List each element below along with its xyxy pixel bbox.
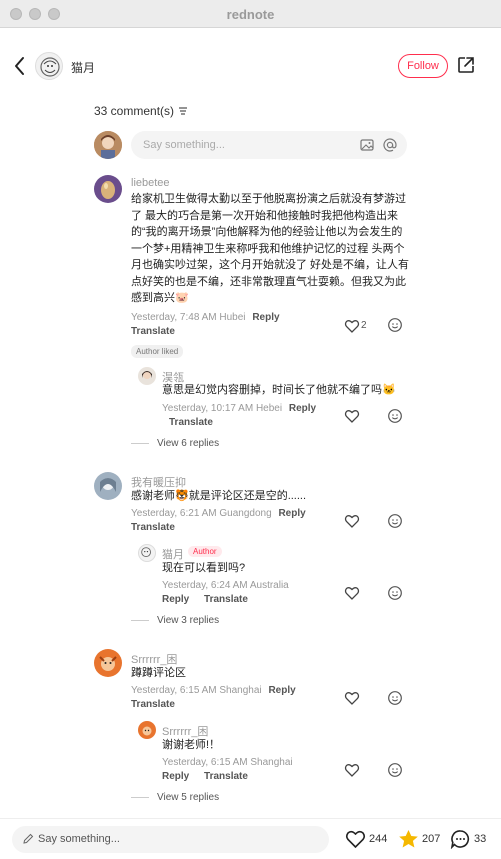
post-like-count: 244	[369, 833, 388, 845]
post-header: 猫月 Follow	[0, 28, 501, 104]
reply-timestamp: Yesterday, 6:24 AM Australia	[162, 580, 289, 591]
comment-timestamp: Yesterday, 6:15 AM Shanghai	[131, 685, 262, 696]
reply-button[interactable]: Reply	[162, 594, 189, 605]
translate-button[interactable]: Translate	[131, 699, 175, 710]
view-replies-label: View 6 replies	[157, 438, 220, 449]
view-replies-link[interactable]: View 6 replies	[131, 438, 219, 449]
reply-avatar[interactable]	[138, 544, 156, 562]
reply-button[interactable]: Reply	[252, 312, 279, 323]
heart-icon[interactable]	[344, 690, 360, 706]
heart-icon	[345, 830, 366, 849]
comment-timestamp: Yesterday, 7:48 AM Hubei	[131, 312, 246, 323]
reply-button[interactable]: Reply	[268, 685, 295, 696]
comment-text: 蹲蹲评论区	[131, 667, 186, 679]
comment-count: 33 comment(s)	[94, 104, 175, 118]
comment-meta: Yesterday, 7:48 AM Hubei Reply	[131, 312, 280, 323]
heart-icon[interactable]	[344, 408, 360, 424]
view-replies-link[interactable]: View 3 replies	[131, 615, 219, 626]
heart-icon[interactable]	[344, 513, 360, 529]
reply-timestamp: Yesterday, 6:15 AM Shanghai	[162, 757, 293, 768]
view-replies-label: View 3 replies	[157, 615, 220, 626]
comment-meta: Yesterday, 6:21 AM Guangdong Reply	[131, 508, 306, 519]
bottom-input-placeholder: Say something...	[38, 833, 120, 845]
comment-text: 给家机卫生做得太勤以至于他脱离扮演之后就没有梦游过了 最大的巧合是第一次开始和他…	[131, 193, 410, 304]
author-name[interactable]: 猫月	[71, 59, 95, 76]
reply-button[interactable]: Reply	[278, 508, 305, 519]
comment-username[interactable]: liebetee	[131, 177, 170, 189]
author-liked-badge: Author liked	[131, 345, 184, 358]
post-comment-count: 33	[474, 833, 487, 845]
like-count: 2	[361, 320, 367, 331]
comment-input-placeholder: Say something...	[143, 139, 225, 151]
my-avatar	[94, 131, 122, 159]
divider-line	[131, 620, 149, 621]
comment-text: 感谢老师🐯就是评论区还是空的......	[131, 490, 307, 502]
bottom-action-bar: Say something... 244 207 33	[0, 818, 501, 859]
follow-button[interactable]: Follow	[398, 54, 448, 78]
bottom-comment-input[interactable]: Say something...	[12, 826, 329, 853]
reply-avatar[interactable]	[138, 721, 156, 739]
image-icon[interactable]	[359, 137, 375, 153]
share-icon[interactable]	[456, 55, 476, 75]
pencil-icon	[23, 833, 34, 844]
translate-button[interactable]: Translate	[131, 522, 175, 533]
heart-icon[interactable]	[344, 762, 360, 778]
comment-bubble-icon	[450, 830, 470, 849]
translate-button[interactable]: Translate	[131, 326, 175, 337]
emoji-reaction-icon[interactable]	[387, 585, 403, 601]
comment-input[interactable]: Say something...	[131, 131, 407, 159]
sort-icon[interactable]	[178, 107, 188, 115]
like-post-button[interactable]: 244	[345, 829, 387, 849]
view-replies-label: View 5 replies	[157, 792, 220, 803]
commenter-avatar[interactable]	[94, 649, 122, 677]
translate-button[interactable]: Translate	[204, 594, 248, 605]
comment-count-row[interactable]: 33 comment(s)	[94, 104, 188, 118]
view-replies-link[interactable]: View 5 replies	[131, 792, 219, 803]
comment-post-button[interactable]: 33	[450, 829, 486, 849]
commenter-avatar[interactable]	[94, 175, 122, 203]
author-avatar[interactable]	[35, 52, 63, 80]
emoji-reaction-icon[interactable]	[387, 762, 403, 778]
mention-icon[interactable]	[382, 137, 398, 153]
emoji-reaction-icon[interactable]	[387, 408, 403, 424]
reply-button[interactable]: Reply	[289, 403, 316, 414]
back-arrow-icon[interactable]	[10, 54, 30, 78]
reply-text: 现在可以看到吗?	[162, 562, 246, 574]
reply-actions: Reply Translate	[162, 771, 260, 782]
reply-button[interactable]: Reply	[162, 771, 189, 782]
heart-icon[interactable]	[344, 585, 360, 601]
window-titlebar: rednote	[0, 0, 501, 28]
heart-icon[interactable]	[344, 318, 360, 334]
reply-avatar[interactable]	[138, 367, 156, 385]
collect-post-button[interactable]: 207	[398, 829, 440, 849]
reply-text: 谢谢老师!！	[162, 739, 221, 751]
emoji-reaction-icon[interactable]	[387, 513, 403, 529]
translate-button[interactable]: Translate	[204, 771, 248, 782]
reply-meta: Yesterday, 10:17 AM Hebei Reply	[162, 403, 316, 414]
comment-timestamp: Yesterday, 6:21 AM Guangdong	[131, 508, 272, 519]
emoji-reaction-icon[interactable]	[387, 690, 403, 706]
divider-line	[131, 443, 149, 444]
star-icon	[399, 830, 418, 848]
author-tag: Author	[188, 546, 222, 557]
reply-actions: Reply Translate	[162, 594, 260, 605]
translate-button[interactable]: Translate	[169, 417, 213, 428]
emoji-reaction-icon[interactable]	[387, 317, 403, 333]
reply-text: 意思是幻觉内容删掉，时间长了他就不编了吗🐱	[162, 384, 396, 396]
comment-meta: Yesterday, 6:15 AM Shanghai Reply	[131, 685, 296, 696]
divider-line	[131, 797, 149, 798]
reply-timestamp: Yesterday, 10:17 AM Hebei	[162, 403, 283, 414]
post-star-count: 207	[422, 833, 441, 845]
commenter-avatar[interactable]	[94, 472, 122, 500]
window-title: rednote	[226, 7, 275, 22]
